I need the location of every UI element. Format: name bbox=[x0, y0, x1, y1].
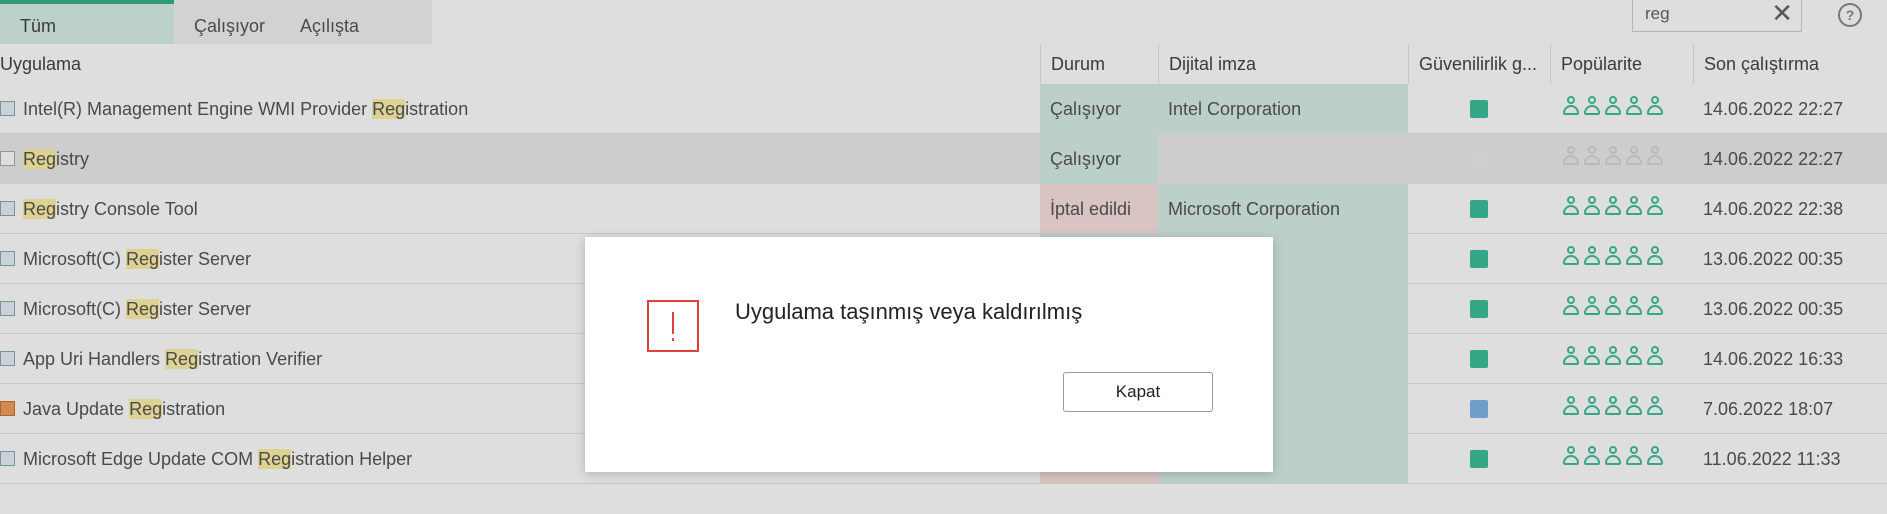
alert-dialog: Uygulama taşınmış veya kaldırılmış Kapat bbox=[585, 237, 1273, 472]
dialog-message: Uygulama taşınmış veya kaldırılmış bbox=[735, 299, 1083, 324]
modal-backdrop: Uygulama taşınmış veya kaldırılmış Kapat bbox=[0, 0, 1887, 514]
close-button[interactable]: Kapat bbox=[1063, 372, 1213, 412]
app-window: Tüm uygulamalar Çalışıyor Açılışta çalış… bbox=[0, 0, 1887, 514]
warning-icon bbox=[647, 300, 699, 352]
